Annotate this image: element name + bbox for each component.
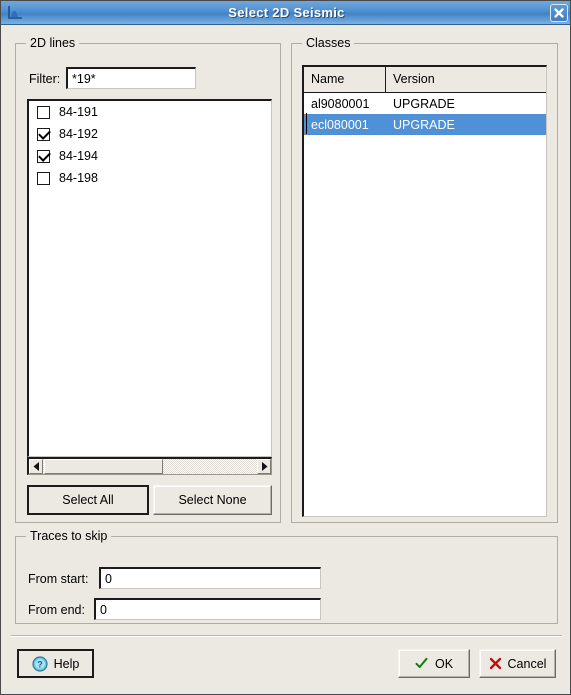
list-item-label: 84-191 xyxy=(59,105,98,119)
filter-label: Filter: xyxy=(29,72,61,86)
from-start-input[interactable] xyxy=(99,567,321,589)
close-icon[interactable] xyxy=(550,4,568,22)
select-2d-seismic-dialog: Select 2D Seismic 2D lines Filter: 84-19… xyxy=(0,0,571,695)
from-end-input[interactable] xyxy=(94,598,321,620)
cancel-button[interactable]: Cancel xyxy=(479,649,556,678)
checkbox-84-194[interactable] xyxy=(37,149,50,163)
classes-group-title: Classes xyxy=(302,36,355,50)
help-label: Help xyxy=(53,656,80,671)
list-item[interactable]: 84-198 xyxy=(29,167,271,189)
list-item-label: 84-194 xyxy=(59,149,98,163)
cell-name: al9080001 xyxy=(311,96,370,111)
cancel-label: Cancel xyxy=(507,656,547,671)
help-button[interactable]: ? Help xyxy=(17,649,94,678)
list-item[interactable]: 84-194 xyxy=(29,145,271,167)
select-none-button[interactable]: Select None xyxy=(153,485,272,515)
svg-text:?: ? xyxy=(37,659,43,669)
checkbox-84-198[interactable] xyxy=(37,171,50,185)
select-all-button[interactable]: Select All xyxy=(27,485,149,515)
cell-version: UPGRADE xyxy=(393,96,455,111)
2d-lines-group-title: 2D lines xyxy=(26,36,80,50)
list-item[interactable]: 84-192 xyxy=(29,123,271,145)
traces-to-skip-group-title: Traces to skip xyxy=(26,529,112,543)
list-item-label: 84-198 xyxy=(59,171,98,185)
footer-divider xyxy=(11,635,562,637)
scroll-right-icon[interactable] xyxy=(257,459,271,474)
list-item[interactable]: 84-191 xyxy=(29,101,271,123)
window-title: Select 2D Seismic xyxy=(228,5,345,20)
table-row[interactable]: ecl080001 UPGRADE xyxy=(304,114,546,135)
list-item-label: 84-192 xyxy=(59,127,98,141)
horizontal-scrollbar[interactable] xyxy=(27,457,272,475)
help-question-icon: ? xyxy=(32,655,48,672)
text-caret xyxy=(306,113,307,134)
column-header-version[interactable]: Version xyxy=(386,67,546,92)
cross-icon xyxy=(489,657,502,670)
from-end-label: From end: xyxy=(28,603,85,617)
checkbox-84-191[interactable] xyxy=(37,105,50,119)
checkbox-84-192[interactable] xyxy=(37,127,50,141)
title-bar[interactable]: Select 2D Seismic xyxy=(1,1,570,25)
select-all-label: Select All xyxy=(62,493,114,507)
column-header-name[interactable]: Name xyxy=(304,67,386,92)
2d-lines-list[interactable]: 84-191 84-192 84-194 84-198 xyxy=(27,99,272,457)
cell-version: UPGRADE xyxy=(393,117,455,132)
ok-label: OK xyxy=(434,656,454,671)
table-row[interactable]: al9080001 UPGRADE xyxy=(304,93,546,114)
classes-table-header: Name Version xyxy=(304,67,546,93)
scrollbar-thumb[interactable] xyxy=(44,459,163,474)
classes-table[interactable]: Name Version al9080001 UPGRADE ecl080001… xyxy=(302,65,547,517)
filter-input[interactable] xyxy=(66,67,196,89)
ok-button[interactable]: OK xyxy=(398,649,470,678)
cell-name: ecl080001 xyxy=(311,117,369,132)
check-icon xyxy=(415,657,428,670)
scroll-left-icon[interactable] xyxy=(29,459,43,474)
from-start-label: From start: xyxy=(28,572,89,586)
select-none-label: Select None xyxy=(178,493,247,507)
